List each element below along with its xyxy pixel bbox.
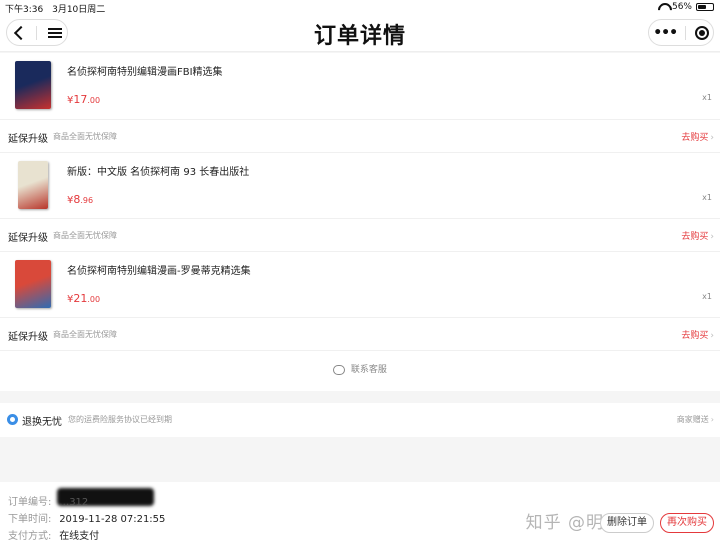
bottom-action-bar: 知乎 @明泽予 删除订单 再次购买 [0, 510, 720, 540]
close-target-icon[interactable] [694, 25, 709, 40]
battery-icon [696, 3, 714, 11]
product-name: 名侦探柯南特别编辑漫画-罗曼蒂克精选集 [67, 266, 251, 277]
warranty-buy-text: 去购买 [681, 331, 709, 341]
delete-order-button[interactable]: 删除订单 [600, 513, 654, 533]
chat-bubble-icon [333, 364, 346, 375]
battery-percent: 56% [671, 2, 692, 12]
chevron-right-icon: › [710, 415, 714, 424]
warranty-buy-text: 去购买 [681, 232, 709, 242]
product-name: 新版：中文版 名侦探柯南 93 长春出版社 [67, 167, 250, 178]
warranty-row: 延保升级 商品全面无忧保障 去购买 › [0, 218, 720, 251]
warranty-label: 延保升级 [8, 134, 48, 145]
warranty-buy-link[interactable]: 去购买 › [681, 130, 714, 143]
warranty-buy-link[interactable]: 去购买 › [681, 328, 714, 341]
products-card: 名侦探柯南特别编辑漫画FBI精选集 ¥17.00 x1 延保升级 商品全面无忧保… [0, 53, 720, 391]
page-title: 订单详情 [313, 24, 406, 49]
warranty-desc: 商品全面无忧保障 [53, 132, 117, 141]
shield-check-icon [7, 414, 18, 425]
price-integer: 21 [73, 292, 88, 305]
status-right: 56% [658, 2, 714, 12]
contact-service-label: 联系客服 [350, 365, 387, 375]
warranty-buy-link[interactable]: 去购买 › [681, 229, 714, 242]
order-number-value: …312 [59, 497, 89, 508]
warranty-desc: 商品全面无忧保障 [53, 231, 117, 240]
product-item[interactable]: 名侦探柯南特别编辑漫画-罗曼蒂克精选集 ¥21.00 x1 [0, 251, 720, 317]
wifi-icon [658, 3, 668, 11]
product-name: 名侦探柯南特别编辑漫画FBI精选集 [67, 67, 223, 78]
guarantee-title: 退换无忧 [22, 417, 62, 428]
warranty-label: 延保升级 [8, 332, 48, 343]
mini-program-capsule: ••• [648, 19, 714, 46]
order-number-label: 订单编号: [8, 497, 52, 508]
product-price: ¥8.96 [67, 193, 93, 206]
product-thumbnail [18, 161, 48, 209]
price-decimal: .00 [87, 295, 101, 304]
return-guarantee-row[interactable]: 退换无忧 您的运费险服务协议已经到期 商家赠送 › [0, 403, 720, 437]
contact-service-content: 联系客服 [0, 362, 720, 375]
price-integer: 17 [73, 93, 88, 106]
warranty-row: 延保升级 商品全面无忧保障 去购买 › [0, 119, 720, 152]
capsule-divider [685, 25, 687, 40]
guarantee-desc: 您的运费险服务协议已经到期 [68, 415, 172, 424]
warranty-desc: 商品全面无忧保障 [53, 330, 117, 339]
product-thumbnail [15, 260, 51, 308]
navigation-bar: 订单详情 ••• [0, 14, 720, 52]
rebuy-button[interactable]: 再次购买 [660, 513, 714, 533]
chevron-right-icon: › [710, 331, 714, 341]
guarantee-gift-text: 商家赠送 [676, 415, 709, 424]
product-item[interactable]: 新版：中文版 名侦探柯南 93 长春出版社 ¥8.96 x1 [0, 152, 720, 218]
product-quantity: x1 [702, 193, 712, 202]
warranty-row: 延保升级 商品全面无忧保障 去购买 › [0, 317, 720, 350]
product-item[interactable]: 名侦探柯南特别编辑漫画FBI精选集 ¥17.00 x1 [0, 53, 720, 119]
product-quantity: x1 [702, 93, 712, 102]
order-number-row: 订单编号: …312 [8, 493, 88, 508]
warranty-label: 延保升级 [8, 233, 48, 244]
contact-service-button[interactable]: 联系客服 [0, 350, 720, 386]
product-price: ¥17.00 [67, 93, 100, 106]
guarantee-gift-tag: 商家赠送 › [677, 414, 714, 425]
warranty-buy-text: 去购买 [681, 133, 709, 143]
chevron-right-icon: › [710, 232, 714, 242]
price-decimal: .96 [80, 196, 94, 205]
chevron-right-icon: › [710, 133, 714, 143]
status-bar: 下午3:36 3月10日周二 56% [0, 0, 720, 15]
more-dots-icon[interactable]: ••• [653, 26, 678, 40]
product-price: ¥21.00 [67, 292, 100, 305]
product-quantity: x1 [702, 292, 712, 301]
price-decimal: .00 [87, 96, 101, 105]
product-thumbnail [15, 61, 51, 109]
